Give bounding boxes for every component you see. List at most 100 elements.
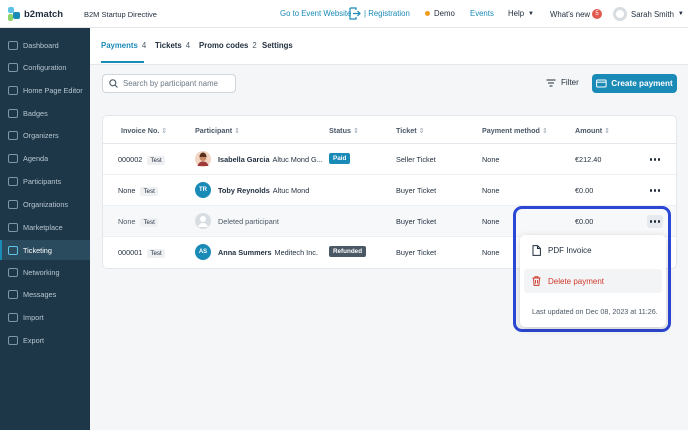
participant-cell[interactable]: Anna Summers Meditech Inc. <box>218 248 318 257</box>
status-dot-icon <box>425 11 430 16</box>
sidebar-item-participants[interactable]: Participants <box>0 171 90 191</box>
sidebar-item-export[interactable]: Export <box>0 330 90 350</box>
active-tab-indicator <box>101 61 144 63</box>
gear-icon <box>8 62 18 72</box>
column-header-label: Payment method <box>482 126 540 135</box>
avatar <box>195 151 211 167</box>
sidebar-item-label: Messages <box>23 289 57 299</box>
brand-logo[interactable]: b2match <box>8 7 63 21</box>
participant-name: Isabella Garcia <box>218 155 270 164</box>
participant-cell[interactable]: Isabella Garcia Altuc Mond G... <box>218 155 323 164</box>
more-icon <box>649 158 653 161</box>
user-name: Sarah Smith <box>631 9 674 19</box>
payment-method-cell: None <box>482 186 500 195</box>
create-payment-label: Create payment <box>611 79 673 88</box>
sort-icon: ⇕ <box>161 126 168 135</box>
participant-cell: Deleted participant <box>218 217 279 226</box>
calendar-icon <box>8 153 18 163</box>
sidebar-item-label: Badges <box>23 108 48 118</box>
menu-item-label: PDF Invoice <box>548 245 592 255</box>
filter-button[interactable]: Filter <box>546 78 579 87</box>
column-header-label: Amount <box>575 126 603 135</box>
column-header-label: Status <box>329 126 351 135</box>
test-tag: Test <box>147 249 165 258</box>
import-icon <box>8 312 18 322</box>
column-header-payment-method[interactable]: Payment method ⇕ <box>482 126 548 135</box>
row-actions-button[interactable] <box>647 153 663 166</box>
column-header-invoice[interactable]: Invoice No. ⇕ <box>121 126 167 135</box>
chevron-down-icon: ▼ <box>677 11 684 17</box>
sort-icon: ⇕ <box>352 126 359 135</box>
status-badge: Refunded <box>329 246 367 257</box>
organization-name: Altuc Mond <box>272 186 310 195</box>
help-menu[interactable]: Help ▼ <box>508 9 534 18</box>
tab-label: Payments <box>101 41 138 50</box>
ticket-cell: Seller Ticket <box>396 155 436 164</box>
delete-payment-menu-item[interactable]: Delete payment <box>524 269 662 293</box>
column-header-label: Ticket <box>396 126 417 135</box>
create-payment-button[interactable]: Create payment <box>592 74 677 93</box>
sidebar-item-home-page-editor[interactable]: Home Page Editor <box>0 80 90 100</box>
sidebar-item-networking[interactable]: Networking <box>0 262 90 282</box>
sidebar-item-agenda[interactable]: Agenda <box>0 148 90 168</box>
top-bar: b2match B2M Startup Directive Go to Even… <box>0 0 688 28</box>
participant-cell[interactable]: Toby Reynolds Altuc Mond <box>218 186 309 195</box>
sidebar-item-ticketing[interactable]: Ticketing <box>0 240 90 260</box>
notification-badge: 5 <box>592 9 603 19</box>
ticket-cell: Buyer Ticket <box>396 248 437 257</box>
tab-label: Promo codes <box>199 41 249 50</box>
envelope-icon <box>8 289 18 299</box>
search-field[interactable] <box>102 74 236 93</box>
tab-promo-codes[interactable]: Promo codes 2 <box>199 41 257 50</box>
sidebar-item-organizations[interactable]: Organizations <box>0 194 90 214</box>
people-icon <box>8 130 18 140</box>
payment-method-cell: None <box>482 248 500 257</box>
external-link-icon[interactable] <box>349 7 361 20</box>
sidebar-item-label: Configuration <box>23 62 67 72</box>
ticket-icon <box>8 245 18 255</box>
events-label: Events <box>470 9 494 18</box>
tab-payments[interactable]: Payments 4 <box>101 41 146 50</box>
table-row[interactable]: None Test TR Toby Reynolds Altuc Mond Buye… <box>103 175 676 206</box>
demo-indicator[interactable]: Demo <box>425 9 455 18</box>
invoice-cell: 000002 Test <box>118 155 165 165</box>
sidebar-item-label: Participants <box>23 176 62 186</box>
sidebar-item-label: Organizers <box>23 130 59 140</box>
event-title: B2M Startup Directive <box>84 10 157 19</box>
sidebar-item-label: Dashboard <box>23 40 59 50</box>
invoice-cell: None Test <box>118 186 158 196</box>
tab-tickets[interactable]: Tickets 4 <box>155 41 190 50</box>
column-header-status[interactable]: Status ⇕ <box>329 126 359 135</box>
sidebar-item-configuration[interactable]: Configuration <box>0 57 90 77</box>
row-actions-button[interactable] <box>647 184 663 197</box>
search-icon <box>109 79 118 88</box>
sidebar-item-marketplace[interactable]: Marketplace <box>0 217 90 237</box>
column-header-label: Invoice No. <box>121 126 160 135</box>
column-header-participant[interactable]: Participant ⇕ <box>195 126 240 135</box>
test-tag: Test <box>140 218 158 227</box>
more-icon <box>649 189 653 192</box>
sidebar-item-import[interactable]: Import <box>0 307 90 327</box>
event-website-link[interactable]: Go to Event Website <box>280 9 351 18</box>
filter-icon <box>546 78 556 87</box>
invoice-number: 000001 <box>118 248 143 257</box>
column-header-ticket[interactable]: Ticket ⇕ <box>396 126 425 135</box>
search-input[interactable] <box>123 79 233 88</box>
column-header-amount[interactable]: Amount ⇕ <box>575 126 610 135</box>
events-link[interactable]: Events <box>470 9 494 18</box>
tab-count: 2 <box>252 41 257 50</box>
sidebar-item-badges[interactable]: Badges <box>0 103 90 123</box>
tab-bar: Payments 4 Tickets 4 Promo codes 2 Settings <box>90 28 688 65</box>
sidebar-item-organizers[interactable]: Organizers <box>0 125 90 145</box>
placeholder-avatar-icon <box>195 213 211 229</box>
building-icon <box>8 199 18 209</box>
registration-link[interactable]: | Registration <box>364 9 410 18</box>
tab-settings[interactable]: Settings <box>262 41 293 50</box>
table-row[interactable]: 000002 Test Isabella Garcia Altuc Mond G..… <box>103 144 676 175</box>
whats-new-link[interactable]: What's new 5 <box>550 9 603 19</box>
sidebar-item-dashboard[interactable]: Dashboard <box>0 35 90 55</box>
menu-item-label: Delete payment <box>548 276 605 286</box>
sidebar-item-messages[interactable]: Messages <box>0 284 90 304</box>
pdf-invoice-menu-item[interactable]: PDF Invoice <box>524 238 662 262</box>
user-menu[interactable]: Sarah Smith ▼ <box>613 7 684 21</box>
